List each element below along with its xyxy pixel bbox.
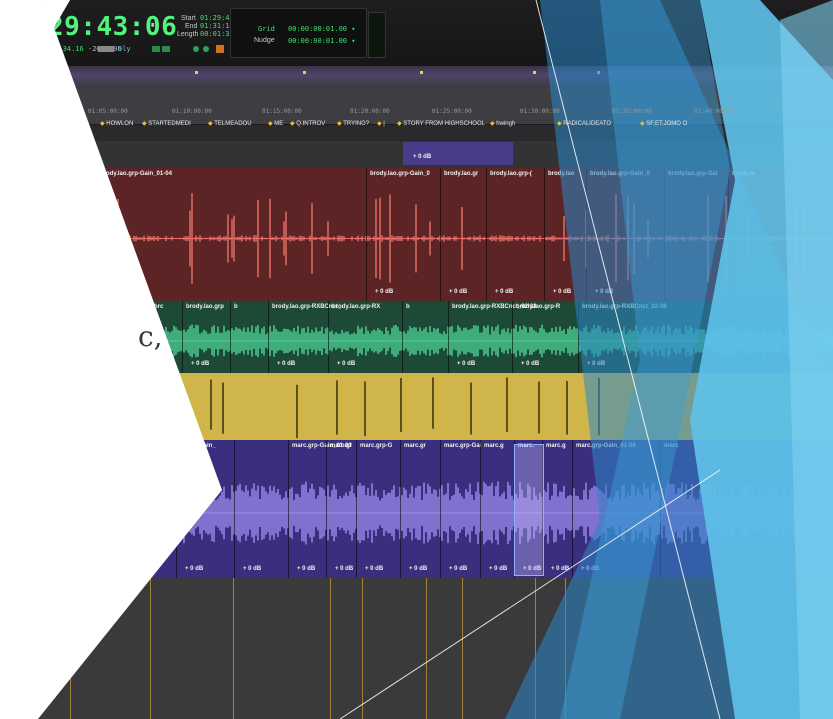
timecode-label: 01:35:00:00 (612, 108, 652, 115)
marker-label: Q.INTROV (296, 121, 326, 127)
marker-label: HOWLON (106, 121, 134, 127)
marker-item[interactable]: ◆ TRYING? (337, 120, 369, 127)
marker-label: TRYING? (343, 121, 370, 127)
timecode-label: 01:25:00:00 (432, 108, 472, 115)
marker-label: ME (274, 121, 284, 127)
timecode-label: 01:05:00:00 (88, 108, 128, 115)
marker-item[interactable]: ◆ TELMEADOU (208, 120, 252, 127)
marker-label: TELMEADOU (214, 121, 252, 127)
timecode-label: 01:20:00:00 (350, 108, 390, 115)
timecode-label: 01:15:00:00 (262, 108, 302, 115)
timecode-label: 01:40:00:00 (694, 108, 734, 115)
slide-title-fragment: c, (138, 320, 163, 353)
marker-label: RADICALIDEATO (563, 121, 612, 127)
timecode-label: 01:10:00:00 (172, 108, 212, 115)
marker-item[interactable]: ◆ hwingh (490, 120, 515, 127)
daw-edit-window: 29:43:06 ▾ 50:34.16 -2606606 Dly Start E… (0, 0, 833, 719)
marker-item[interactable]: ◆ STARTEDMEDI (142, 120, 191, 127)
marker-item[interactable]: ◆ STORY FROM HIGHSCHOOL (397, 120, 485, 127)
marker-label: STARTEDMEDI (148, 121, 191, 127)
marker-item[interactable]: ◆ | (377, 120, 385, 127)
marker-item[interactable]: ◆ ME (268, 120, 283, 127)
marker-item[interactable]: ◆ Q.INTROV (290, 120, 325, 127)
marker-label: | (383, 121, 385, 127)
marker-item[interactable]: ◆ HOWLON (100, 120, 133, 127)
marker-item[interactable]: ◆ RADICALIDEATO (557, 120, 611, 127)
marker-label: STORY FROM HIGHSCHOOL (403, 121, 485, 127)
marker-label: hwingh (496, 121, 516, 127)
marker-item[interactable]: ◆ SF,ET,JOMO O (640, 120, 687, 127)
marker-label: SF,ET,JOMO O (646, 121, 688, 127)
timecode-label: 01:30:00:00 (520, 108, 560, 115)
